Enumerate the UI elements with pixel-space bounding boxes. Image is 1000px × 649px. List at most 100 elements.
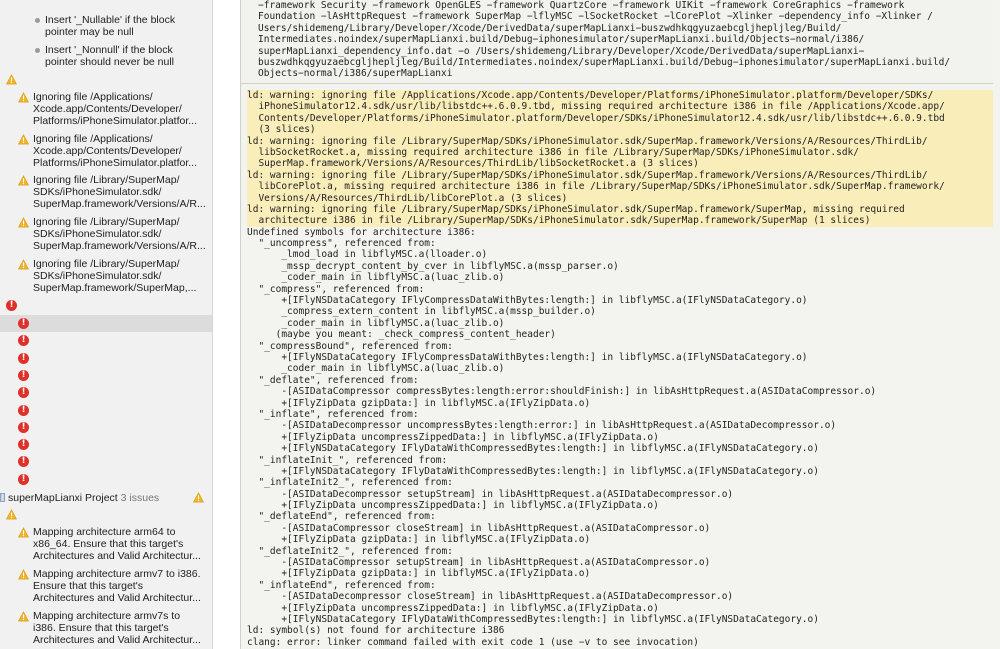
fixit-dot-icon xyxy=(35,18,40,23)
log-line: -[ASIDataCompressor setupStream] in libA… xyxy=(247,557,711,569)
warning-icon xyxy=(6,509,17,520)
project-warning-issue-label: Mapping architecture armv7s to i386. Ens… xyxy=(33,610,201,646)
fixit-suggestion-label: Insert '_Nonnull' if the block pointer s… xyxy=(45,44,175,68)
linker-warning-line: Contents/Developer/Platforms/iPhoneSimul… xyxy=(247,112,993,125)
log-line: _lmod_load in libflyMSC.a(lloader.o) xyxy=(247,249,488,261)
issue-navigator: Insert '_Nullable' if the block pointer … xyxy=(0,0,213,649)
log-line: _coder_main in libflyMSC.a(luac_zlib.o) xyxy=(247,272,505,284)
error-icon: ! xyxy=(18,473,29,485)
warning-issue[interactable]: Ignoring file /Library/SuperMap/ SDKs/iP… xyxy=(0,257,212,297)
warning-icon xyxy=(18,569,29,580)
log-line: _compress_extern_content in libflyMSC.a(… xyxy=(247,306,596,318)
log-line: ld: symbol(s) not found for architecture… xyxy=(247,625,505,637)
project-issue-count: 3 issues xyxy=(117,492,160,504)
project-warning-issue-label: Mapping architecture armv7 to i386. Ensu… xyxy=(33,568,201,604)
log-line: +[IFlyZipData uncompressZippedData:] in … xyxy=(247,431,659,443)
error-issue[interactable]: ! xyxy=(0,350,212,367)
log-line: +[IFlyZipData gzipData:] in libflyMSC.a(… xyxy=(247,568,591,580)
warning-issue[interactable]: Ignoring file /Library/SuperMap/ SDKs/iP… xyxy=(0,173,212,213)
log-line: "_deflateInit2_", referenced from: xyxy=(247,545,453,557)
warning-issue-label: Ignoring file /Applications/ Xcode.app/C… xyxy=(33,133,197,169)
command-line: superMapLianxi_dependency_info.dat −o /U… xyxy=(258,45,865,57)
project-warning-issue[interactable]: Mapping architecture armv7s to i386. Ens… xyxy=(0,609,212,649)
log-line: clang: error: linker command failed with… xyxy=(247,636,699,648)
warning-issue-label: Ignoring file /Library/SuperMap/ SDKs/iP… xyxy=(33,258,197,294)
warning-icon xyxy=(193,492,204,503)
warning-issue[interactable]: Ignoring file /Applications/ Xcode.app/C… xyxy=(0,132,212,172)
linker-command: −framework Security −framework OpenGLES … xyxy=(241,0,993,84)
warning-icon xyxy=(18,259,29,270)
fixit-suggestion[interactable]: Insert '_Nonnull' if the block pointer s… xyxy=(0,42,212,70)
error-icon: ! xyxy=(18,387,29,399)
error-issue[interactable]: ! xyxy=(0,471,212,488)
warning-icon xyxy=(18,217,29,228)
command-line: −framework Security −framework OpenGLES … xyxy=(258,0,905,11)
log-line: +[IFlyNSDataCategory IFlyDataWithCompres… xyxy=(247,465,819,477)
log-line: "_inflate", referenced from: xyxy=(247,408,419,420)
fixit-suggestion-label: Insert '_Nullable' if the block pointer … xyxy=(45,14,176,38)
error-issue[interactable]: ! xyxy=(0,367,212,384)
log-line: +[IFlyNSDataCategory IFlyCompressDataWit… xyxy=(247,351,808,363)
project-warning-issue[interactable]: Mapping architecture arm64 to x86_64. En… xyxy=(0,525,212,565)
warning-icon xyxy=(18,175,29,186)
log-line: -[ASIDataDecompressor uncompressBytes:le… xyxy=(247,420,837,432)
log-line: "_compress", referenced from: xyxy=(247,283,425,295)
linker-warning-line: ld: warning: ignoring file /Library/Supe… xyxy=(247,135,993,147)
log-line: "_deflate", referenced from: xyxy=(247,374,419,386)
linker-warning-line: ld: warning: ignoring file /Applications… xyxy=(247,90,993,102)
log-line: (maybe you meant: _check_compress_conten… xyxy=(247,329,556,341)
command-line: Intermediates.noindex/superMapLianxi.bui… xyxy=(258,34,865,46)
log-line: "_inflateEnd", referenced from: xyxy=(247,579,436,591)
build-log-pane[interactable]: −framework Security −framework OpenGLES … xyxy=(240,0,1000,649)
linker-warning-line: architecture i386 in file /Library/Super… xyxy=(247,215,993,227)
log-line: "_uncompress", referenced from: xyxy=(247,238,436,250)
log-line: "_inflateInit2_", referenced from: xyxy=(247,477,453,489)
warning-issue-label: Ignoring file /Library/SuperMap/ SDKs/iP… xyxy=(33,216,206,252)
warning-group[interactable] xyxy=(0,72,212,88)
error-issue[interactable]: ! xyxy=(0,332,212,349)
log-line: +[IFlyNSDataCategory IFlyDataWithCompres… xyxy=(247,443,819,455)
error-issue[interactable]: ! xyxy=(0,419,212,436)
warning-issue[interactable]: Ignoring file /Library/SuperMap/ SDKs/iP… xyxy=(0,215,212,255)
error-icon: ! xyxy=(18,439,29,451)
project-warning-issue[interactable]: Mapping architecture armv7 to i386. Ensu… xyxy=(0,567,212,607)
linker-warning-line: Versions/A/Resources/ThirdLib/libCorePlo… xyxy=(247,192,993,204)
log-line: +[IFlyNSDataCategory IFlyDataWithCompres… xyxy=(247,613,819,625)
log-line: -[ASIDataDecompressor setupStream] in li… xyxy=(247,488,734,500)
warning-icon xyxy=(6,74,17,85)
error-issue[interactable]: ! xyxy=(0,315,212,332)
warning-issue-label: Ignoring file /Library/SuperMap/ SDKs/iP… xyxy=(33,174,206,210)
error-issue[interactable]: ! xyxy=(0,402,212,419)
error-icon: ! xyxy=(18,318,29,329)
warning-icon xyxy=(18,611,29,622)
command-line: buszwdhkqgyuzaebcgljhepljleg/Build/Inter… xyxy=(258,56,951,68)
warning-issue-label: Ignoring file /Applications/ Xcode.app/C… xyxy=(33,91,197,127)
warning-issue[interactable]: Ignoring file /Applications/ Xcode.app/C… xyxy=(0,90,212,130)
linker-warning-line: iPhoneSimulator12.4.sdk/usr/lib/libstdc+… xyxy=(247,101,993,113)
fixit-suggestion[interactable]: Insert '_Nullable' if the block pointer … xyxy=(0,12,212,40)
error-icon: ! xyxy=(18,369,29,381)
log-line: "_compressBound", referenced from: xyxy=(247,340,453,352)
linker-warning-line: (3 slices) xyxy=(247,124,993,136)
command-line: Users/shidemeng/Library/Developer/Xcode/… xyxy=(258,22,842,34)
build-log-output: ld: warning: ignoring file /Applications… xyxy=(247,90,993,648)
linker-warning-line: ld: warning: ignoring file /Library/Supe… xyxy=(247,203,993,216)
project-issues-row-label: superMapLianxi Project 3 issues xyxy=(8,492,208,504)
log-line: +[IFlyZipData uncompressZippedData:] in … xyxy=(247,500,659,512)
warning-icon xyxy=(18,527,29,538)
project-warning-group[interactable] xyxy=(0,507,212,523)
log-line: _coder_main in libflyMSC.a(luac_zlib.o) xyxy=(247,317,505,329)
linker-warning-line: ld: warning: ignoring file /Library/Supe… xyxy=(247,169,993,182)
linker-warning-line: SuperMap.framework/Versions/A/Resources/… xyxy=(247,158,993,170)
error-icon: ! xyxy=(18,352,29,364)
error-issue[interactable]: ! xyxy=(0,453,212,470)
issue-truncated[interactable] xyxy=(0,0,212,10)
project-issues-row[interactable]: superMapLianxi Project 3 issues xyxy=(0,489,212,506)
project-file-icon xyxy=(0,493,5,502)
error-issue[interactable]: ! xyxy=(0,436,212,453)
error-icon: ! xyxy=(18,456,29,468)
error-group[interactable]: ! xyxy=(0,298,212,314)
log-line: +[IFlyZipData gzipData:] in libflyMSC.a(… xyxy=(247,534,591,546)
error-icon: ! xyxy=(6,300,17,311)
error-issue[interactable]: ! xyxy=(0,384,212,401)
